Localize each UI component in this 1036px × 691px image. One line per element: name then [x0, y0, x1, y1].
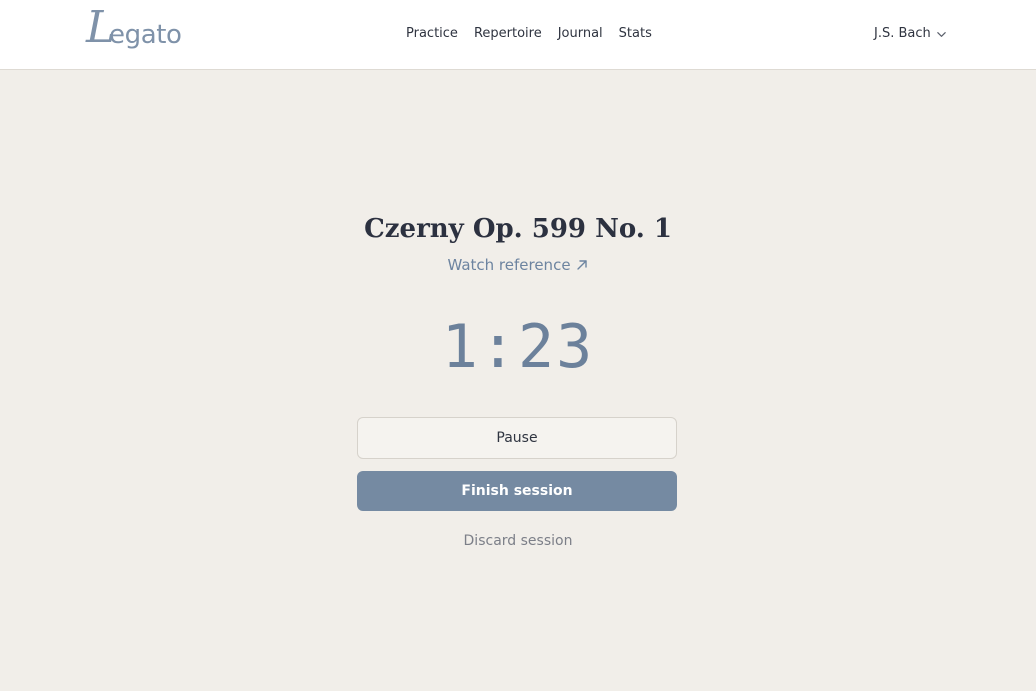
user-name: J.S. Bach [874, 26, 931, 41]
pause-button[interactable]: Pause [357, 417, 677, 459]
main-nav: Practice Repertoire Journal Stats [406, 24, 652, 44]
nav-item-practice[interactable]: Practice [406, 24, 458, 44]
chevron-down-icon [937, 31, 946, 37]
discard-session-button[interactable]: Discard session [0, 531, 1036, 551]
nav-item-stats[interactable]: Stats [619, 24, 652, 44]
finish-session-button[interactable]: Finish session [357, 471, 677, 511]
legato-logo[interactable]: L egato [86, 6, 196, 62]
reference-link-container: Watch reference [0, 254, 1036, 276]
watch-reference-link[interactable]: Watch reference [447, 254, 588, 276]
piece-title: Czerny Op. 599 No. 1 [364, 214, 672, 244]
nav-item-journal[interactable]: Journal [558, 24, 603, 44]
nav-item-repertoire[interactable]: Repertoire [474, 24, 542, 44]
watch-reference-label: Watch reference [447, 256, 571, 274]
external-link-arrow-icon [576, 260, 587, 270]
logo-wordmark: egato [109, 20, 182, 50]
user-menu[interactable]: J.S. Bach [874, 24, 947, 44]
practice-session-panel: Czerny Op. 599 No. 1 Watch reference 1:2… [0, 70, 1036, 691]
top-navigation-bar: L egato Practice Repertoire Journal Stat… [0, 0, 1036, 70]
session-timer: 1:23 [441, 312, 595, 382]
